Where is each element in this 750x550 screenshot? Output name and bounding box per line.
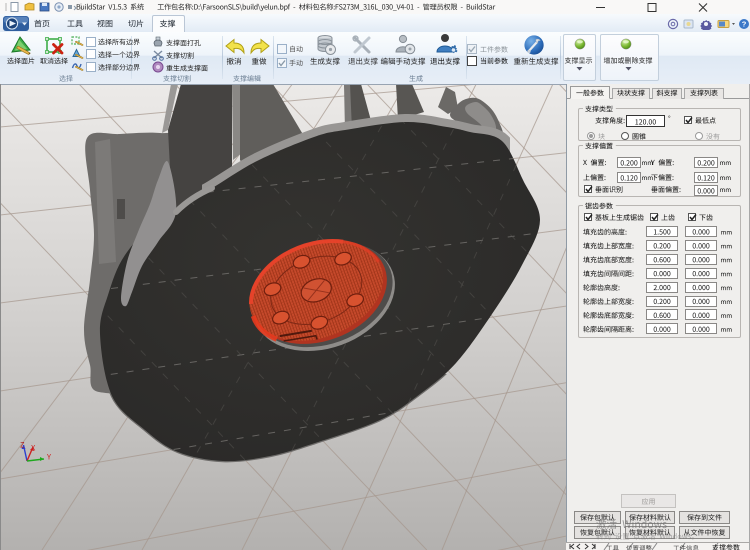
svg-text:?: ?	[742, 20, 747, 29]
